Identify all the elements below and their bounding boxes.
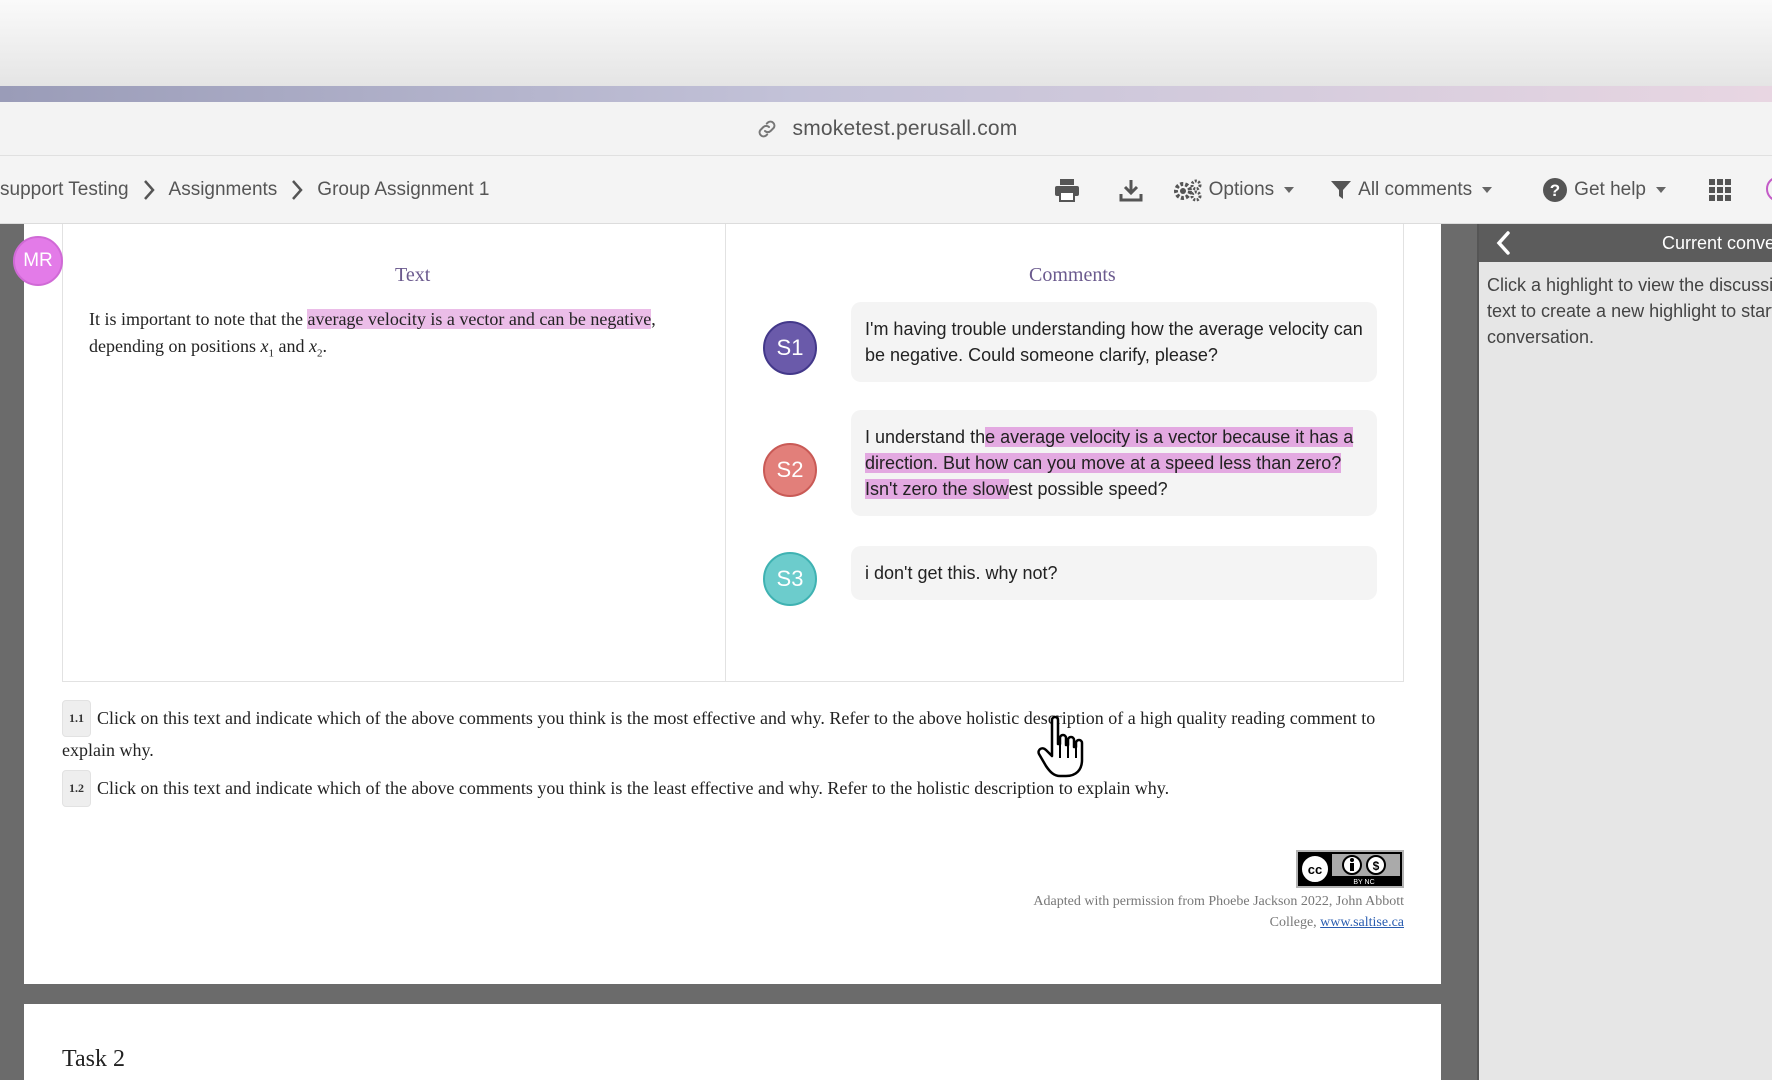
window-accent-strip [0,86,1772,102]
reading-passage[interactable]: It is important to note that the average… [89,306,669,368]
conversation-panel: Current conversation Click a highlight t… [1479,224,1772,1080]
breadcrumb: support Testing Assignments Group Assign… [0,156,489,224]
annotation-highlight[interactable]: average velocity is a vector and can be … [307,309,652,329]
options-dropdown[interactable]: Options [1163,156,1304,224]
options-label: Options [1208,179,1275,200]
chevron-right-icon [129,179,169,201]
comment-text: est possible speed? [1008,479,1168,499]
hand-pointer-cursor-icon [1037,715,1084,778]
document-page: Task 2 [24,1004,1441,1080]
download-button[interactable] [1099,156,1163,224]
attribution-note: Adapted with permission from Phoebe Jack… [984,891,1404,933]
example-comment: S2 I understand the average velocity is … [763,410,1383,520]
passage-text: It is important to note that the [89,309,308,329]
panel-title: Current conversation [1662,233,1772,253]
question-circle-icon: ? [1543,178,1568,202]
comment-bubble: I understand the average velocity is a v… [851,410,1377,516]
browser-top-bar [0,0,1772,88]
svg-text:?: ? [1550,181,1560,200]
comment-bubble: I'm having trouble understanding how the… [851,302,1377,382]
comments-column-heading: Comments [1029,264,1116,286]
grid-icon [1709,179,1731,201]
breadcrumb-assignments[interactable]: Assignments [169,179,278,201]
caret-down-icon [1284,187,1295,193]
help-dropdown[interactable]: ? Get help [1532,156,1676,224]
question-1-1[interactable]: 1.1 Click on this text and indicate which… [62,700,1412,764]
app-toolbar: support Testing Assignments Group Assign… [0,156,1772,224]
question-1-2[interactable]: 1.2 Click on this text and indicate which… [62,770,1412,807]
link-icon [758,120,775,137]
breadcrumb-assignment[interactable]: Group Assignment 1 [317,179,489,201]
toolbar-actions: Options All comments ? Get help [1035,156,1772,224]
profile-avatar[interactable] [1766,176,1772,202]
chevron-right-icon [277,179,317,201]
url-text[interactable]: smoketest.perusall.com [793,117,1018,141]
filter-icon [1331,181,1352,199]
example-comment: S3 i don't get this. why not? [763,544,1383,606]
comment-bubble: i don't get this. why not? [851,546,1377,600]
comment-text: I understand th [865,427,986,447]
user-avatar[interactable]: MR [13,236,63,286]
comment-filter-dropdown[interactable]: All comments [1320,156,1502,224]
caret-down-icon [1656,187,1666,193]
question-text: Click on this text and indicate which of… [62,708,1376,760]
passage-text: and [274,336,309,356]
profile-avatar-edge[interactable] [1752,156,1772,224]
document-viewer[interactable]: Text Comments It is important to note th… [0,224,1477,1080]
cc-license-icon: cc $ BY NC [1298,852,1402,886]
caret-down-icon [1482,187,1493,193]
example-table: Text Comments It is important to note th… [62,224,1404,682]
gears-icon [1173,179,1202,202]
printer-icon [1054,179,1079,202]
avatar: S1 [763,321,817,375]
panel-hint-text: Click a highlight to view the discussion… [1487,275,1772,347]
document-page: Text Comments It is important to note th… [24,224,1441,984]
passage-text: . [322,336,328,356]
help-label: Get help [1574,179,1646,200]
avatar: S2 [763,443,817,497]
saltise-link[interactable]: www.saltise.ca [1320,915,1404,930]
svg-text:cc: cc [1308,862,1322,877]
chevron-left-icon[interactable] [1491,230,1517,256]
text-column-heading: Text [395,264,431,286]
svg-text:$: $ [1373,859,1380,873]
apps-menu-button[interactable] [1688,156,1752,224]
question-number: 1.2 [62,770,91,807]
example-comment: S1 I'm having trouble understanding how … [763,300,1383,382]
question-number: 1.1 [62,700,91,737]
column-divider [725,224,726,682]
breadcrumb-course[interactable]: support Testing [0,179,129,201]
variable-x1: x [260,336,269,356]
print-button[interactable] [1035,156,1099,224]
license-text: BY NC [1353,879,1374,886]
filter-label: All comments [1358,179,1473,200]
creative-commons-badge: cc $ BY NC [1296,850,1404,888]
panel-header: Current conversation [1479,224,1772,262]
download-icon [1119,180,1143,202]
avatar: S3 [763,552,817,606]
address-bar[interactable]: smoketest.perusall.com [0,102,1772,156]
task-heading: Task 2 [62,1046,125,1072]
variable-x2: x [309,336,317,356]
question-text: Click on this text and indicate which of… [97,778,1170,798]
